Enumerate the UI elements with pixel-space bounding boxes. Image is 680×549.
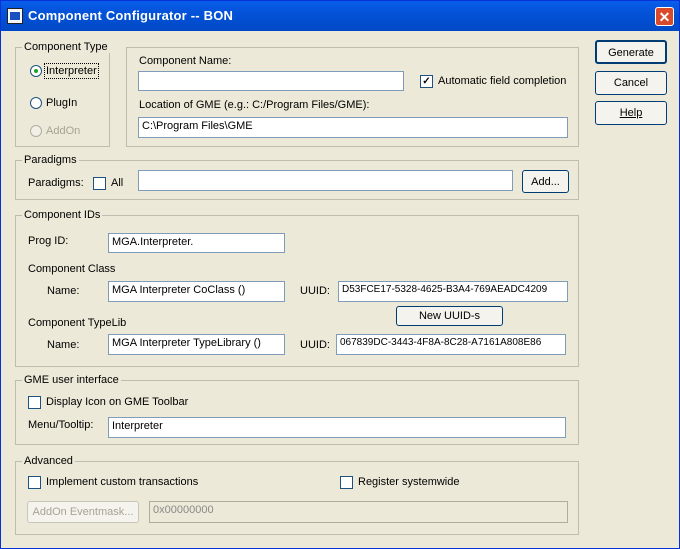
new-uuids-button[interactable]: New UUID-s [396, 306, 503, 326]
component-name-input[interactable] [138, 71, 404, 91]
gme-location-label: Location of GME (e.g.: C:/Program Files/… [139, 99, 370, 111]
paradigms-input[interactable] [138, 170, 513, 191]
configurator-window: Component Configurator -- BON ✕ Generate… [0, 0, 680, 549]
typelib-name-input[interactable]: MGA Interpreter TypeLibrary () [108, 334, 285, 355]
component-typelib-heading: Component TypeLib [28, 317, 127, 329]
eventmask-input[interactable]: 0x00000000 [149, 501, 568, 523]
auto-completion-label[interactable]: Automatic field completion [438, 75, 566, 87]
class-name-input[interactable]: MGA Interpreter CoClass () [108, 281, 285, 302]
advanced-legend: Advanced [22, 455, 75, 467]
display-icon-checkbox[interactable] [28, 396, 41, 409]
paradigms-legend: Paradigms [22, 154, 79, 166]
class-name-label: Name: [47, 285, 80, 297]
addon-radio-label: AddOn [46, 125, 81, 137]
generate-button[interactable]: Generate [595, 40, 667, 64]
menu-tooltip-label: Menu/Tooltip: [28, 419, 94, 431]
all-paradigms-label[interactable]: All [111, 177, 123, 189]
register-systemwide-checkbox[interactable] [340, 476, 353, 489]
help-button[interactable]: Help [595, 101, 667, 125]
gme-ui-legend: GME user interface [22, 374, 121, 386]
prog-id-label: Prog ID: [28, 235, 69, 247]
close-button[interactable]: ✕ [655, 7, 674, 26]
component-type-legend: Component Type [22, 41, 110, 53]
plugin-radio-label[interactable]: PlugIn [46, 97, 77, 109]
interpreter-radio[interactable] [30, 65, 42, 77]
window-title: Component Configurator -- BON [28, 8, 234, 23]
auto-completion-checkbox[interactable]: ✓ [420, 75, 433, 88]
interpreter-radio-label[interactable]: Interpreter [44, 63, 99, 79]
title-bar[interactable]: Component Configurator -- BON ✕ [1, 1, 679, 31]
all-paradigms-checkbox[interactable] [93, 177, 106, 190]
custom-transactions-label[interactable]: Implement custom transactions [46, 476, 198, 488]
component-name-label: Component Name: [139, 55, 232, 67]
plugin-radio[interactable] [30, 97, 42, 109]
typelib-name-label: Name: [47, 339, 80, 351]
addon-eventmask-button[interactable]: AddOn Eventmask... [27, 501, 139, 523]
addon-radio[interactable] [30, 125, 42, 137]
add-paradigm-button[interactable]: Add... [522, 170, 569, 193]
menu-tooltip-input[interactable]: Interpreter [108, 417, 566, 438]
prog-id-input[interactable]: MGA.Interpreter. [108, 233, 285, 253]
gme-location-input[interactable]: C:\Program Files\GME [138, 117, 568, 138]
custom-transactions-checkbox[interactable] [28, 476, 41, 489]
paradigms-label: Paradigms: [28, 177, 84, 189]
component-class-heading: Component Class [28, 263, 116, 275]
register-systemwide-label[interactable]: Register systemwide [358, 476, 459, 488]
display-icon-label[interactable]: Display Icon on GME Toolbar [46, 396, 188, 408]
cancel-button[interactable]: Cancel [595, 71, 667, 95]
close-icon: ✕ [658, 9, 671, 25]
class-uuid-label: UUID: [300, 285, 330, 297]
advanced-group [15, 461, 579, 535]
component-ids-legend: Component IDs [22, 209, 103, 221]
typelib-uuid-input[interactable]: 067839DC-3443-4F8A-8C28-A7161A808E86 [336, 334, 566, 355]
class-uuid-input[interactable]: D53FCE17-5328-4625-B3A4-769AEADC4209 [338, 281, 568, 302]
typelib-uuid-label: UUID: [300, 339, 330, 351]
app-icon [7, 8, 23, 24]
